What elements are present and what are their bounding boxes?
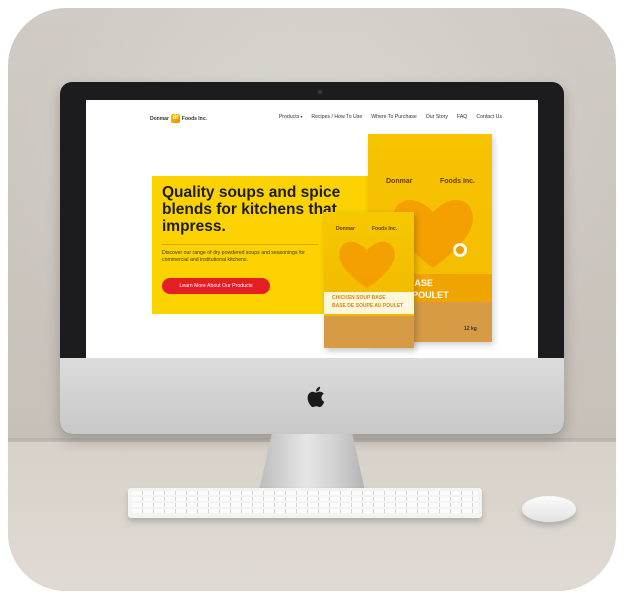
nav-item-our-story[interactable]: Our Story [426,114,448,120]
hero-description: Discover our range of dry powdered soups… [162,250,306,263]
chevron-down-icon: ▾ [300,114,303,119]
mouse [522,496,576,522]
nav-item-contact-us[interactable]: Contact Us [476,114,502,120]
learn-more-button[interactable]: Learn More About Our Products [162,278,270,294]
product-bag-small: Donmar Foods Inc. CHICKEN SOUP BASE BASE… [324,212,414,348]
bag-small-brand: Donmar [336,226,355,232]
nav-item-products[interactable]: Products▾ [279,114,303,120]
keyboard [128,488,482,518]
brand-logo[interactable]: Donmar df Foods Inc. [150,114,207,123]
site-header: Donmar df Foods Inc. Products▾ Recipes /… [86,100,538,134]
brand-mark-icon: df [170,114,180,123]
bag-large-weight: 12 kg [464,326,477,332]
bag-large-brand-right: Foods Inc. [440,178,475,185]
bag-small-brand-right: Foods Inc. [372,226,397,232]
heart-logo-icon [339,241,395,288]
nav-item-where-to-purchase[interactable]: Where To Purchase [371,114,416,120]
apple-logo-icon [307,386,325,408]
bag-small-label-line2: BASE DE SOUPE AU POULET [332,303,404,309]
nav-item-faq[interactable]: FAQ [457,114,467,120]
website-screen: Donmar df Foods Inc. Products▾ Recipes /… [86,100,538,362]
brand-name-left: Donmar [150,115,169,122]
nav-item-recipes[interactable]: Recipes / How To Use [311,114,362,120]
keyboard-row [132,509,478,513]
bag-small-kraft-panel [324,316,414,348]
keyboard-row [132,503,478,507]
keyboard-row [132,497,478,501]
hero-divider [162,244,318,245]
brand-name-right: Foods Inc. [181,115,207,122]
keyboard-row [132,491,478,495]
camera-icon [318,90,322,94]
main-navigation: Products▾ Recipes / How To Use Where To … [279,114,502,120]
bag-large-brand: Donmar [386,178,413,185]
bag-small-label-line1: CHICKEN SOUP BASE [332,295,386,301]
